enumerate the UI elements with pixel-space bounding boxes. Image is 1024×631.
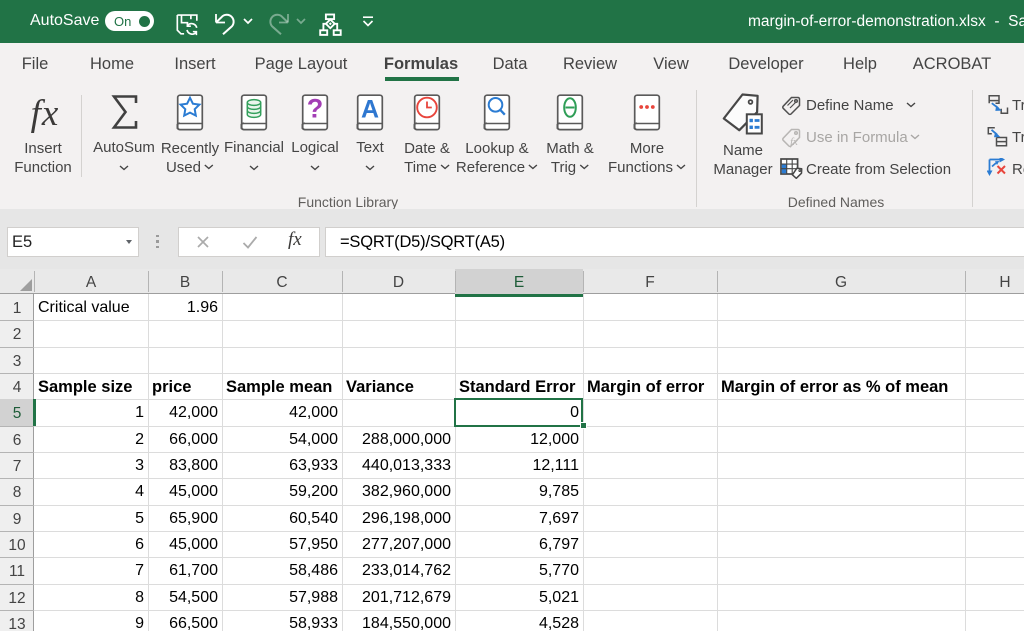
svg-text:A: A: [361, 96, 379, 124]
svg-text:fx: fx: [790, 136, 798, 148]
svg-text:?: ?: [307, 94, 324, 124]
